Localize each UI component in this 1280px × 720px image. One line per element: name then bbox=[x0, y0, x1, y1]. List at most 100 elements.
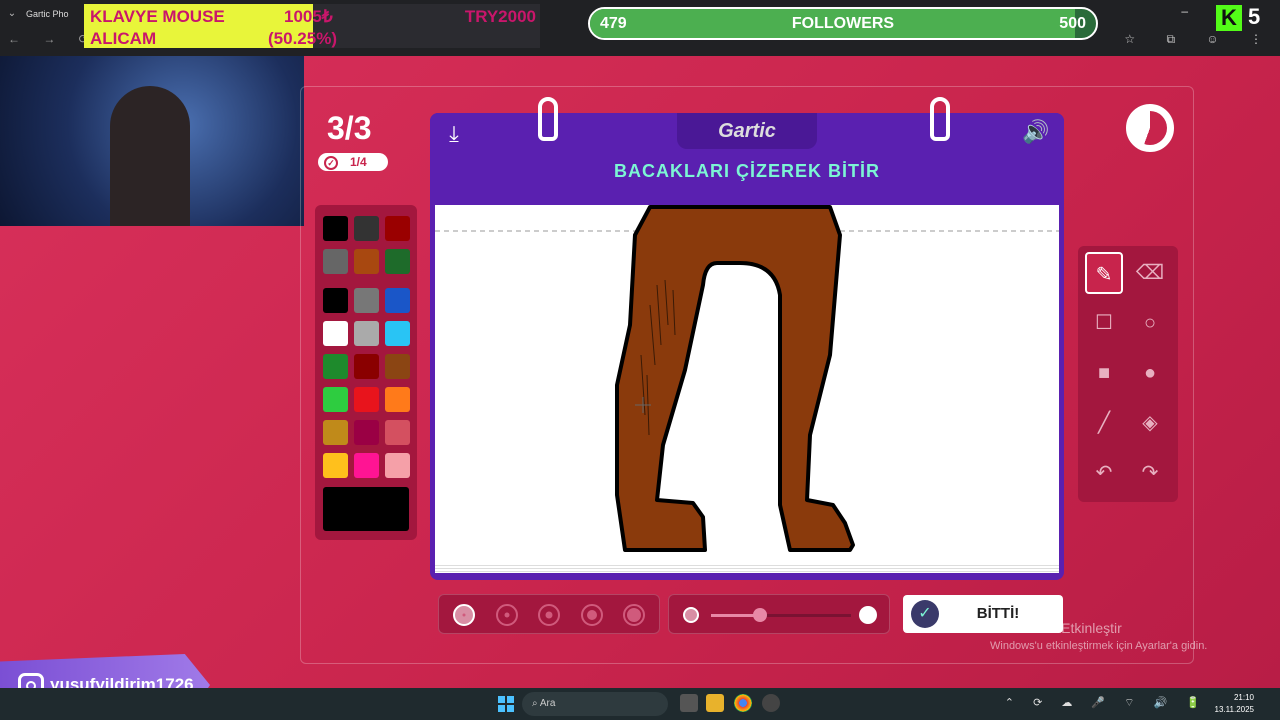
donation-goal-target: TRY2000 bbox=[464, 7, 536, 26]
line-icon[interactable]: ╱ bbox=[1085, 402, 1123, 444]
timer-pie bbox=[1133, 111, 1167, 145]
drawn-legs bbox=[615, 205, 855, 552]
brush-size-5[interactable] bbox=[623, 604, 645, 626]
windows-activation-watermark: Windows'u Etkinleştir Windows'u etkinleş… bbox=[990, 620, 1207, 652]
drawing-card-header: ⤓ Gartic 🔊 BACAKLARI ÇİZEREK BİTİR bbox=[430, 113, 1064, 201]
color-swatch[interactable] bbox=[354, 453, 379, 478]
color-swatch[interactable] bbox=[323, 354, 348, 379]
donation-goal-percent: (50.25%) bbox=[268, 29, 337, 48]
app-icon[interactable] bbox=[762, 694, 780, 712]
color-swatch[interactable] bbox=[385, 321, 410, 346]
color-swatch[interactable] bbox=[385, 387, 410, 412]
kick-logo-icon: K bbox=[1216, 5, 1242, 31]
color-swatch[interactable] bbox=[323, 321, 348, 346]
color-swatch[interactable] bbox=[323, 249, 348, 274]
brush-size-3[interactable] bbox=[538, 604, 560, 626]
clock-time: 21:10 bbox=[1233, 693, 1254, 702]
brush-size-2[interactable] bbox=[496, 604, 518, 626]
donation-goal-widget: KLAVYE MOUSE ALICAM 1005₺ (50.25%) TRY20… bbox=[84, 4, 540, 48]
opacity-slider-handle[interactable] bbox=[753, 608, 767, 622]
tab-list-button[interactable]: ⌄ bbox=[4, 6, 20, 22]
gartic-logo: Gartic bbox=[677, 113, 817, 149]
canvas-page-edge bbox=[435, 563, 1059, 573]
color-swatch[interactable] bbox=[354, 387, 379, 412]
opacity-panel bbox=[668, 594, 890, 634]
color-swatch[interactable] bbox=[354, 354, 379, 379]
fill-bucket-icon[interactable]: ◈ bbox=[1131, 402, 1169, 444]
streamer-silhouette bbox=[110, 86, 190, 226]
search-icon: ⌕ bbox=[532, 698, 540, 709]
color-swatch[interactable] bbox=[354, 288, 379, 313]
search-placeholder: Ara bbox=[539, 698, 556, 709]
undo-icon[interactable]: ↶ bbox=[1085, 452, 1123, 494]
circle-filled-icon[interactable]: ● bbox=[1131, 352, 1169, 394]
circle-outline-icon[interactable]: ○ bbox=[1131, 302, 1169, 344]
browser-toolbar-icons[interactable]: ☆ ⧉ ☺ ⋮ bbox=[1124, 32, 1276, 47]
kick-count: 5 bbox=[1248, 4, 1261, 29]
clock-date: 13.11.2025 bbox=[1214, 705, 1254, 714]
color-swatch[interactable] bbox=[385, 216, 410, 241]
rectangle-filled-icon[interactable]: ■ bbox=[1085, 352, 1123, 394]
task-title: BACAKLARI ÇİZEREK BİTİR bbox=[614, 161, 880, 181]
rectangle-outline-icon[interactable]: ☐ bbox=[1085, 302, 1123, 344]
check-icon: ✓ bbox=[911, 600, 939, 628]
color-swatch[interactable] bbox=[385, 249, 410, 274]
taskbar-clock[interactable]: 21:10 13.11.2025 bbox=[1215, 692, 1254, 716]
drawing-svg bbox=[435, 205, 1059, 552]
tool-panel: ✎ ⌫ ☐ ○ ■ ● ╱ ◈ ↶ ↷ bbox=[1078, 246, 1178, 502]
brush-size-1[interactable] bbox=[453, 604, 475, 626]
opacity-min-icon bbox=[683, 607, 699, 623]
opacity-max-icon bbox=[859, 606, 877, 624]
color-swatch[interactable] bbox=[323, 453, 348, 478]
card-hook-right bbox=[930, 97, 950, 141]
followers-label: FOLLOWERS bbox=[791, 15, 895, 32]
donation-goal-amount: 1005₺ bbox=[284, 7, 333, 26]
timer-icon bbox=[1126, 104, 1174, 152]
window-controls[interactable]: – bbox=[1181, 4, 1214, 18]
chrome-icon[interactable] bbox=[734, 694, 752, 712]
color-swatch[interactable] bbox=[385, 354, 410, 379]
opacity-slider[interactable] bbox=[711, 608, 851, 622]
donation-goal-title: KLAVYE MOUSE bbox=[90, 7, 225, 26]
file-explorer-icon[interactable] bbox=[706, 694, 724, 712]
taskbar: ⌕ Ara ⌃ ⟳ ☁ 🎤 ⌔ 🔊 🔋 21:10 13.11.2025 bbox=[0, 688, 1280, 720]
download-icon[interactable]: ⤓ bbox=[442, 121, 466, 146]
pencil-icon[interactable]: ✎ bbox=[1085, 252, 1123, 294]
color-swatch[interactable] bbox=[354, 420, 379, 445]
windows-start-icon[interactable] bbox=[498, 696, 514, 712]
followers-target: 500 bbox=[1059, 15, 1086, 32]
followers-goal-bar: 479 FOLLOWERS 500 bbox=[588, 7, 1098, 40]
color-swatch[interactable] bbox=[354, 249, 379, 274]
drawing-card: ⤓ Gartic 🔊 BACAKLARI ÇİZEREK BİTİR bbox=[430, 97, 1064, 580]
drawing-canvas[interactable] bbox=[435, 205, 1059, 565]
activation-subtitle: Windows'u etkinleştirmek için Ayarlar'a … bbox=[990, 640, 1208, 652]
turn-counter: 1/4 bbox=[350, 155, 367, 169]
browser-tab[interactable]: Gartic Pho bbox=[26, 4, 86, 24]
system-tray[interactable]: ⌃ ⟳ ☁ 🎤 ⌔ 🔊 🔋 bbox=[1005, 696, 1208, 710]
color-swatch[interactable] bbox=[323, 387, 348, 412]
check-icon: ✓ bbox=[324, 156, 338, 170]
color-swatch[interactable] bbox=[385, 420, 410, 445]
task-view-icon[interactable] bbox=[680, 694, 698, 712]
turn-badge: ✓ 1/4 bbox=[318, 153, 388, 171]
color-swatch[interactable] bbox=[323, 288, 348, 313]
color-swatch[interactable] bbox=[323, 420, 348, 445]
color-swatch[interactable] bbox=[385, 453, 410, 478]
redo-icon[interactable]: ↷ bbox=[1131, 452, 1169, 494]
brush-size-4[interactable] bbox=[581, 604, 603, 626]
eraser-icon[interactable]: ⌫ bbox=[1131, 252, 1169, 294]
donation-goal-subtitle: ALICAM bbox=[90, 29, 157, 48]
round-counter: 3/3 bbox=[327, 110, 372, 146]
brush-size-panel bbox=[438, 594, 660, 634]
color-swatch[interactable] bbox=[354, 321, 379, 346]
card-hook-left bbox=[538, 97, 558, 141]
sound-icon[interactable]: 🔊 bbox=[1020, 119, 1052, 147]
activation-title: Windows'u Etkinleştir bbox=[990, 620, 1122, 636]
color-swatch[interactable] bbox=[354, 216, 379, 241]
current-color-swatch bbox=[323, 487, 409, 531]
color-swatch[interactable] bbox=[385, 288, 410, 313]
taskbar-search[interactable]: ⌕ Ara bbox=[522, 692, 668, 716]
webcam-feed bbox=[0, 56, 304, 226]
color-swatch[interactable] bbox=[323, 216, 348, 241]
color-palette bbox=[315, 205, 417, 540]
